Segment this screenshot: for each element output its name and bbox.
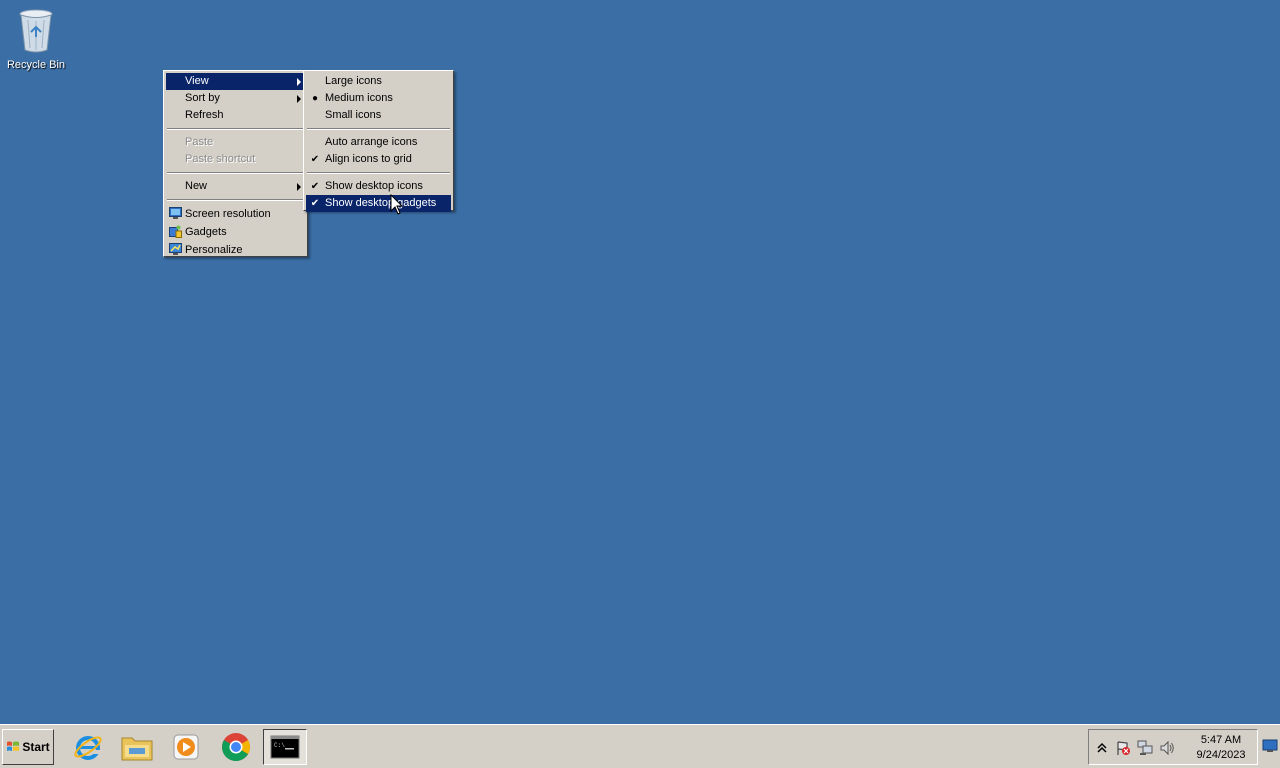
menu-item-label: Show desktop icons [325, 180, 423, 192]
menu-item-sort-by[interactable]: Sort by [166, 90, 305, 107]
menu-separator [307, 172, 450, 174]
clock[interactable]: 5:47 AM 9/24/2023 [1191, 733, 1251, 763]
radio-bullet-icon: ● [311, 93, 319, 104]
menu-item-auto-arrange-icons[interactable]: Auto arrange icons [306, 134, 451, 151]
taskbar-app-command-prompt[interactable]: C:\ [263, 729, 307, 765]
media-player-icon [173, 734, 199, 760]
clock-time: 5:47 AM [1200, 734, 1242, 746]
command-prompt-icon: C:\ [270, 735, 300, 759]
menu-separator [167, 128, 304, 130]
menu-item-label: Large icons [325, 75, 382, 87]
menu-separator [167, 172, 304, 174]
clock-date: 9/24/2023 [1196, 749, 1246, 761]
menu-item-gadgets[interactable]: Gadgets [166, 223, 305, 241]
menu-item-label: Gadgets [185, 226, 227, 238]
menu-item-paste-shortcut: Paste shortcut [166, 151, 305, 168]
menu-item-label: New [185, 180, 208, 192]
menu-separator [167, 199, 304, 201]
menu-item-label: View [185, 75, 209, 87]
menu-item-align-icons-to-grid[interactable]: ✔ Align icons to grid [306, 151, 451, 168]
submenu-arrow-icon [297, 95, 301, 103]
volume-icon[interactable] [1159, 740, 1175, 756]
screen-resolution-icon [169, 207, 182, 219]
menu-item-label: Personalize [185, 244, 243, 256]
menu-separator [307, 128, 450, 130]
menu-item-label: Show desktop gadgets [325, 197, 437, 209]
menu-item-label: Align icons to grid [325, 153, 412, 165]
menu-item-label: Sort by [185, 92, 220, 104]
menu-item-large-icons[interactable]: Large icons [306, 73, 451, 90]
network-icon[interactable] [1137, 740, 1153, 756]
gadgets-icon [169, 225, 182, 238]
menu-item-label: Screen resolution [185, 208, 271, 220]
taskbar-app-media-player[interactable] [164, 729, 208, 765]
menu-item-paste: Paste [166, 134, 305, 151]
submenu-arrow-icon [297, 183, 301, 191]
menu-item-small-icons[interactable]: Small icons [306, 107, 451, 124]
checkmark-icon: ✔ [310, 198, 320, 209]
taskbar-app-internet-explorer[interactable] [66, 729, 110, 765]
menu-item-show-desktop-gadgets[interactable]: ✔ Show desktop gadgets [306, 195, 451, 212]
start-button[interactable]: Start [2, 729, 54, 765]
checkmark-icon: ✔ [310, 181, 320, 192]
recycle-bin-label: Recycle Bin [6, 59, 66, 71]
taskbar-app-explorer[interactable] [115, 729, 159, 765]
chevron-up-icon[interactable] [1094, 740, 1110, 756]
menu-item-new[interactable]: New [166, 178, 305, 195]
menu-item-refresh[interactable]: Refresh [166, 107, 305, 124]
desktop-context-menu: View Sort by Refresh Paste Paste shortcu… [163, 70, 308, 257]
action-center-flag-icon[interactable] [1115, 740, 1131, 756]
menu-item-label: Medium icons [325, 92, 393, 104]
submenu-arrow-icon [297, 78, 301, 86]
recycle-bin-icon [19, 9, 53, 53]
system-tray: 5:47 AM 9/24/2023 [1088, 729, 1258, 765]
menu-item-label: Auto arrange icons [325, 136, 418, 148]
menu-item-screen-resolution[interactable]: Screen resolution [166, 205, 305, 223]
menu-item-personalize[interactable]: Personalize [166, 241, 305, 259]
mouse-pointer-icon [390, 194, 404, 215]
menu-item-show-desktop-icons[interactable]: ✔ Show desktop icons [306, 178, 451, 195]
show-desktop-icon[interactable] [1262, 739, 1278, 753]
folder-icon [121, 737, 153, 761]
desktop[interactable]: Recycle Bin View Sort by Refresh Paste P… [0, 0, 1280, 724]
menu-item-label: Refresh [185, 109, 224, 121]
internet-explorer-icon [74, 736, 102, 760]
menu-item-medium-icons[interactable]: ● Medium icons [306, 90, 451, 107]
personalize-icon [169, 243, 182, 255]
menu-item-view[interactable]: View [166, 73, 305, 90]
checkmark-icon: ✔ [310, 154, 320, 165]
chrome-icon [222, 733, 250, 762]
taskbar: Start C:\ 5:47 AM 9/24/2023 [0, 724, 1280, 768]
taskbar-app-chrome[interactable] [214, 729, 258, 765]
windows-logo-icon [7, 741, 20, 751]
view-submenu: Large icons ● Medium icons Small icons A… [303, 70, 454, 212]
start-label: Start [22, 740, 50, 754]
menu-item-label: Paste shortcut [185, 153, 256, 165]
svg-text:C:\: C:\ [274, 742, 285, 749]
menu-item-label: Small icons [325, 109, 382, 121]
recycle-bin[interactable]: Recycle Bin [4, 6, 68, 71]
menu-item-label: Paste [185, 136, 214, 148]
